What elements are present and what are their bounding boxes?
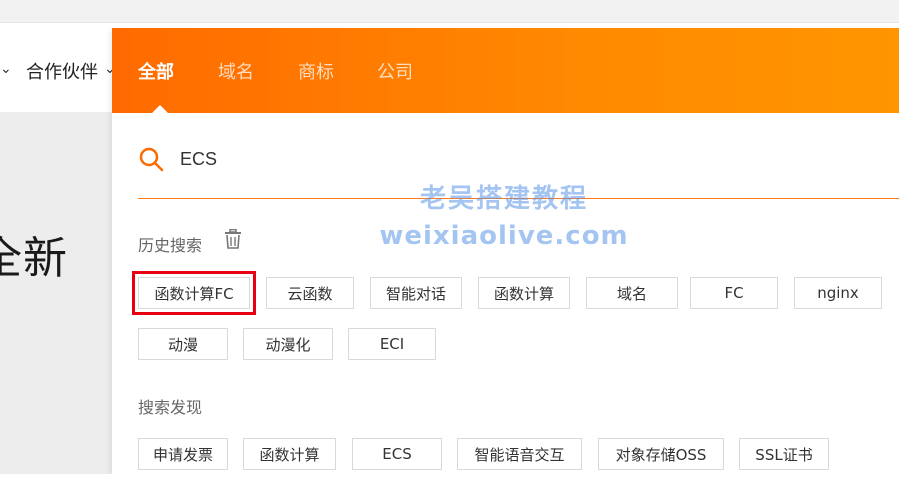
bottom-strip (0, 474, 899, 479)
top-strip (0, 0, 899, 23)
discover-tag[interactable]: 对象存储OSS (598, 438, 724, 470)
hero-text: 全新 (0, 233, 68, 284)
search-tab-bar: 全部 域名 商标 公司 (112, 28, 899, 113)
history-tag[interactable]: 智能对话 (370, 277, 462, 309)
history-tag[interactable]: nginx (794, 277, 882, 309)
tab-company[interactable]: 公司 (377, 58, 413, 84)
history-tag[interactable]: 函数计算 (478, 277, 570, 309)
discover-tag[interactable]: ECS (352, 438, 442, 470)
discover-tag[interactable]: SSL证书 (739, 438, 829, 470)
search-box (138, 142, 899, 199)
tab-domain[interactable]: 域名 (218, 58, 254, 84)
trash-icon[interactable] (224, 229, 242, 249)
tab-trademark[interactable]: 商标 (298, 58, 334, 84)
history-tag[interactable]: FC (690, 277, 778, 309)
watermark-line2: weixiaolive.com (379, 221, 629, 251)
discover-tag[interactable]: 申请发票 (138, 438, 228, 470)
nav-partner[interactable]: 合作伙伴 (26, 58, 98, 84)
tab-all[interactable]: 全部 (138, 58, 174, 84)
history-tag[interactable]: 动漫化 (243, 328, 333, 360)
page-background: 全新 (0, 112, 112, 474)
search-icon[interactable] (138, 146, 164, 172)
discover-title: 搜索发现 (138, 398, 203, 417)
history-tag[interactable]: 动漫 (138, 328, 228, 360)
chevron-down-icon[interactable]: ⌄ (0, 61, 12, 77)
history-tag[interactable]: 域名 (586, 277, 678, 309)
history-tag[interactable]: 云函数 (266, 277, 354, 309)
discover-tag[interactable]: 智能语音交互 (457, 438, 582, 470)
history-tag-fc-highlighted[interactable]: 函数计算FC (132, 271, 256, 315)
history-tag[interactable]: ECI (348, 328, 436, 360)
search-dropdown-panel: 全部 域名 商标 公司 老吴搭建教程 weixiaolive.com 历史搜索 … (112, 28, 899, 474)
discover-tag[interactable]: 函数计算 (243, 438, 336, 470)
search-input[interactable] (180, 144, 780, 174)
active-tab-caret (152, 105, 168, 113)
left-nav: ⌄ 合作伙伴 ⌄ (0, 28, 116, 112)
history-title: 历史搜索 (138, 236, 203, 255)
